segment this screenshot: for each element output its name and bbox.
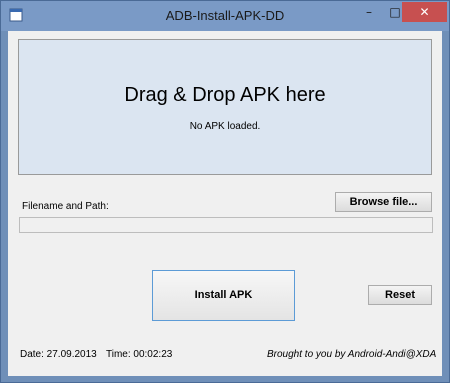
apk-drop-zone[interactable]: Drag & Drop APK here No APK loaded. <box>18 39 432 175</box>
minimize-button[interactable]: – <box>356 2 382 22</box>
browse-file-button[interactable]: Browse file... <box>335 192 432 212</box>
reset-button[interactable]: Reset <box>368 285 432 305</box>
install-apk-button[interactable]: Install APK <box>152 270 295 321</box>
time-text: Time: 00:02:23 <box>106 349 173 360</box>
apk-status-text: No APK loaded. <box>189 121 261 132</box>
client-area: Drag & Drop APK here No APK loaded. File… <box>8 31 442 376</box>
app-window: ADB-Install-APK-DD – □ ✕ Drag & Drop APK… <box>0 0 450 383</box>
filename-path-field[interactable] <box>19 217 433 233</box>
date-text: Date: 27.09.2013 <box>20 349 97 360</box>
credit-text: Brought to you by Android-Andi@XDA <box>267 349 437 360</box>
title-bar[interactable]: ADB-Install-APK-DD – □ ✕ <box>1 1 449 31</box>
filename-label: Filename and Path: <box>22 201 109 212</box>
drop-zone-title: Drag & Drop APK here <box>124 84 326 106</box>
close-button[interactable]: ✕ <box>402 2 447 22</box>
